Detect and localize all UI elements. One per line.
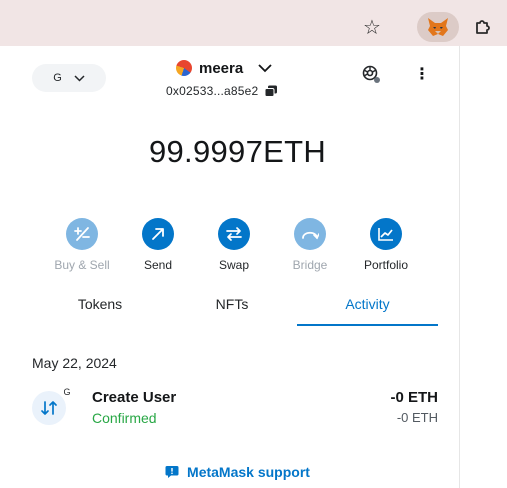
swap-button[interactable]: Swap [196, 218, 272, 278]
swap-label: Swap [218, 258, 250, 272]
tab-nfts[interactable]: NFTs [182, 296, 282, 324]
browser-toolbar: ☆ [0, 0, 507, 46]
copy-icon [264, 85, 278, 97]
account-name: meera [199, 59, 244, 77]
chevron-down-icon [74, 74, 85, 82]
network-label: G [53, 72, 62, 84]
wallet-panel: G meera 0x02533...a85e2 ⋮ 99.9997ETH Buy… [16, 46, 460, 488]
send-label: Send [143, 258, 173, 272]
send-button[interactable]: Send [120, 218, 196, 278]
tab-activity-label: Activity [345, 296, 390, 312]
transaction-fiat: -0 ETH [396, 410, 438, 425]
balance-amount: 99.9997 [148, 134, 264, 169]
transaction-status: Confirmed [92, 410, 157, 426]
metamask-fox-icon [428, 18, 448, 36]
bridge-label: Bridge [292, 258, 328, 272]
portfolio-chart-icon [370, 218, 402, 250]
balance-display: 99.9997ETH [16, 134, 459, 170]
action-buttons: Buy & Sell Send Swap Bridge Portfolio [44, 218, 424, 278]
network-badge: G [63, 387, 71, 397]
tab-tokens[interactable]: Tokens [50, 296, 150, 324]
tab-activity[interactable]: Activity [297, 296, 438, 326]
balance-unit: ETH [263, 134, 327, 169]
buy-sell-button[interactable]: Buy & Sell [44, 218, 120, 278]
asset-tabs: Tokens NFTs Activity [32, 296, 443, 326]
portfolio-label: Portfolio [363, 258, 409, 272]
activity-date-header: May 22, 2024 [32, 355, 117, 371]
account-avatar [176, 60, 192, 76]
transaction-title: Create User [92, 389, 177, 406]
more-options-icon[interactable]: ⋮ [414, 64, 430, 84]
address-copy[interactable]: 0x02533...a85e2 [166, 83, 278, 99]
portfolio-button[interactable]: Portfolio [348, 218, 424, 278]
network-picker[interactable]: G [32, 64, 106, 92]
send-arrow-icon [142, 218, 174, 250]
tab-nfts-label: NFTs [215, 296, 249, 312]
transaction-row[interactable]: G Create User Confirmed -0 ETH -0 ETH [32, 384, 443, 432]
account-address: 0x02533...a85e2 [166, 84, 259, 98]
buy-sell-label: Buy & Sell [54, 258, 110, 272]
tab-tokens-label: Tokens [77, 296, 123, 312]
support-link[interactable]: MetaMask support [16, 464, 459, 480]
star-icon[interactable]: ☆ [359, 14, 385, 40]
chat-bubble-icon [165, 466, 179, 478]
buy-sell-icon [66, 218, 98, 250]
bridge-button[interactable]: Bridge [272, 218, 348, 278]
metamask-extension-button[interactable] [417, 12, 459, 42]
chevron-down-icon [258, 63, 272, 72]
support-label: MetaMask support [187, 464, 310, 480]
bridge-icon [294, 218, 326, 250]
transaction-amount: -0 ETH [390, 389, 438, 406]
swap-arrows-icon [218, 218, 250, 250]
connected-sites-icon[interactable] [361, 64, 381, 84]
account-menu[interactable]: meera [176, 58, 272, 78]
puzzle-icon[interactable] [470, 14, 496, 40]
